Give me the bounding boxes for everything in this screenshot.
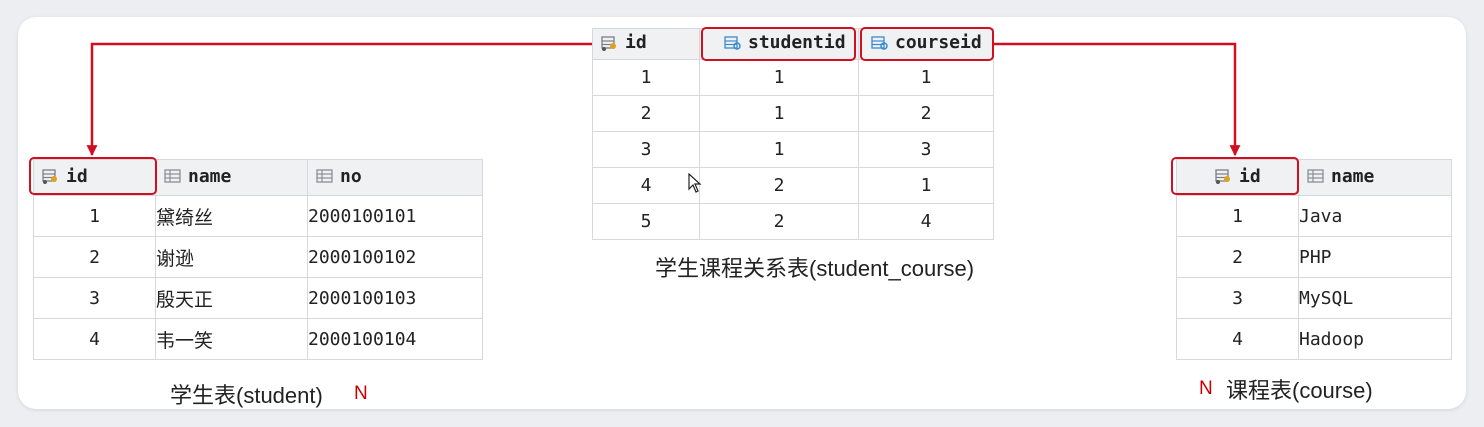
cell-courseid: 1	[858, 59, 994, 96]
course-cardinality-n: N	[1199, 378, 1213, 399]
table-row[interactable]: 2 谢逊 2000100102	[33, 236, 483, 278]
cell-no: 2000100102	[307, 236, 483, 278]
cell-id: 1	[1176, 195, 1299, 237]
table-row[interactable]: 4 2 1	[592, 167, 994, 204]
student-course-table-caption: 学生课程关系表(student_course)	[655, 256, 975, 281]
table-row[interactable]: 2 PHP	[1176, 236, 1452, 278]
table-row[interactable]: 2 1 2	[592, 95, 994, 132]
cell-name: Hadoop	[1298, 318, 1452, 360]
cell-id: 4	[592, 167, 700, 204]
cell-name: 黛绮丝	[155, 195, 308, 237]
column-header-no[interactable]: no	[307, 159, 483, 196]
column-label: id	[625, 32, 647, 54]
column-header-name[interactable]: name	[155, 159, 308, 196]
cell-name: 殷天正	[155, 277, 308, 319]
mouse-cursor-icon	[688, 173, 702, 193]
cell-name: Java	[1298, 195, 1452, 237]
cell-studentid: 2	[699, 167, 859, 204]
cell-id: 3	[33, 277, 156, 319]
column-label: name	[1331, 165, 1375, 187]
cell-courseid: 3	[858, 131, 994, 168]
table-row[interactable]: 1 Java	[1176, 195, 1452, 237]
cell-id: 2	[33, 236, 156, 278]
table-row[interactable]: 3 殷天正 2000100103	[33, 277, 483, 319]
table-column-icon	[316, 169, 333, 183]
cell-id: 1	[33, 195, 156, 237]
table-column-icon	[1307, 169, 1324, 183]
cell-studentid: 1	[699, 59, 859, 96]
cell-id: 4	[33, 318, 156, 360]
cell-name: MySQL	[1298, 277, 1452, 319]
cell-id: 1	[592, 59, 700, 96]
student-table-caption: 学生表(student)	[170, 383, 323, 408]
cell-name: 谢逊	[155, 236, 308, 278]
cell-studentid: 2	[699, 203, 859, 240]
cell-studentid: 1	[699, 131, 859, 168]
highlight-student-id	[29, 157, 157, 195]
cell-id: 3	[1176, 277, 1299, 319]
highlight-courseid	[860, 27, 994, 61]
cell-id: 5	[592, 203, 700, 240]
cell-courseid: 1	[858, 167, 994, 204]
cell-courseid: 4	[858, 203, 994, 240]
key-column-icon	[601, 36, 616, 51]
cell-no: 2000100101	[307, 195, 483, 237]
column-label: no	[340, 165, 362, 187]
column-header-id[interactable]: id	[592, 28, 700, 60]
column-label: name	[188, 165, 232, 187]
cell-id: 3	[592, 131, 700, 168]
table-column-icon	[164, 169, 181, 183]
table-row[interactable]: 1 1 1	[592, 59, 994, 96]
cell-studentid: 1	[699, 95, 859, 132]
arrow-courseid-to-course-id	[994, 42, 1241, 157]
cell-no: 2000100104	[307, 318, 483, 360]
table-row[interactable]: 4 韦一笑 2000100104	[33, 318, 483, 360]
cell-name: PHP	[1298, 236, 1452, 278]
table-row[interactable]: 5 2 4	[592, 203, 994, 240]
column-header-name[interactable]: name	[1298, 159, 1452, 196]
cell-id: 2	[592, 95, 700, 132]
student-cardinality-n: N	[354, 383, 368, 404]
highlight-studentid	[701, 27, 856, 61]
course-table-caption: 课程表(course)	[1226, 378, 1373, 403]
cell-no: 2000100103	[307, 277, 483, 319]
cell-id: 2	[1176, 236, 1299, 278]
cell-id: 4	[1176, 318, 1299, 360]
table-row[interactable]: 3 MySQL	[1176, 277, 1452, 319]
cell-name: 韦一笑	[155, 318, 308, 360]
highlight-course-id	[1171, 157, 1299, 195]
table-row[interactable]: 4 Hadoop	[1176, 318, 1452, 360]
table-row[interactable]: 1 黛绮丝 2000100101	[33, 195, 483, 237]
cell-courseid: 2	[858, 95, 994, 132]
table-row[interactable]: 3 1 3	[592, 131, 994, 168]
